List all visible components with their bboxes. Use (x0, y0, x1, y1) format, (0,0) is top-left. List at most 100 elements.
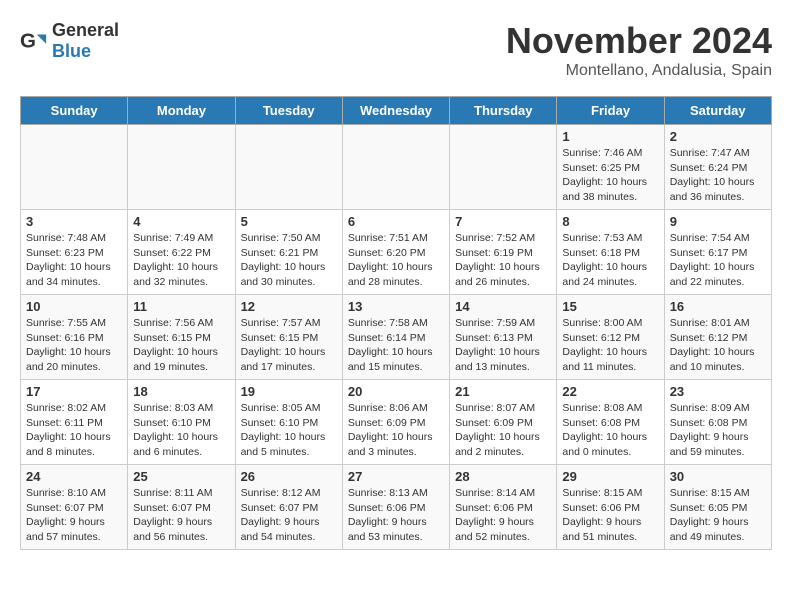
day-number: 15 (562, 299, 658, 314)
day-number: 7 (455, 214, 551, 229)
day-number: 27 (348, 469, 444, 484)
day-number: 21 (455, 384, 551, 399)
calendar-cell: 15 Sunrise: 8:00 AM Sunset: 6:12 PM Dayli… (557, 295, 664, 380)
logo-icon: G (20, 27, 48, 55)
day-info: Sunrise: 8:08 AM Sunset: 6:08 PM Dayligh… (562, 401, 658, 460)
calendar-header-row: SundayMondayTuesdayWednesdayThursdayFrid… (21, 97, 772, 125)
day-info: Sunrise: 8:12 AM Sunset: 6:07 PM Dayligh… (241, 486, 337, 545)
calendar-cell: 7Sunrise: 7:52 AM Sunset: 6:19 PM Daylig… (450, 210, 557, 295)
calendar-cell: 28Sunrise: 8:14 AM Sunset: 6:06 PM Dayli… (450, 465, 557, 550)
calendar-cell: 4 Sunrise: 7:49 AM Sunset: 6:22 PM Daylig… (128, 210, 235, 295)
calendar-cell: 8 Sunrise: 7:53 AM Sunset: 6:18 PM Daylig… (557, 210, 664, 295)
month-title: November 2024 (506, 20, 772, 62)
day-info: Sunrise: 8:11 AM Sunset: 6:07 PM Dayligh… (133, 486, 229, 545)
calendar-cell: 14 Sunrise: 7:59 AM Sunset: 6:13 PM Dayli… (450, 295, 557, 380)
day-info: Sunrise: 7:46 AM Sunset: 6:25 PM Dayligh… (562, 146, 658, 205)
calendar-cell: 10Sunrise: 7:55 AM Sunset: 6:16 PM Dayli… (21, 295, 128, 380)
calendar-cell: 26 Sunrise: 8:12 AM Sunset: 6:07 PM Dayli… (235, 465, 342, 550)
calendar-cell: 1 Sunrise: 7:46 AM Sunset: 6:25 PM Daylig… (557, 125, 664, 210)
calendar-cell: 6 Sunrise: 7:51 AM Sunset: 6:20 PM Daylig… (342, 210, 449, 295)
day-number: 1 (562, 129, 658, 144)
day-info: Sunrise: 8:03 AM Sunset: 6:10 PM Dayligh… (133, 401, 229, 460)
day-number: 17 (26, 384, 122, 399)
day-info: Sunrise: 7:57 AM Sunset: 6:15 PM Dayligh… (241, 316, 337, 375)
calendar-week-1: 1 Sunrise: 7:46 AM Sunset: 6:25 PM Daylig… (21, 125, 772, 210)
logo: G General Blue (20, 20, 119, 62)
day-info: Sunrise: 7:50 AM Sunset: 6:21 PM Dayligh… (241, 231, 337, 290)
day-number: 30 (670, 469, 766, 484)
calendar-cell: 23 Sunrise: 8:09 AM Sunset: 6:08 PM Dayli… (664, 380, 771, 465)
day-header-thursday: Thursday (450, 97, 557, 125)
calendar-cell (342, 125, 449, 210)
calendar-cell: 25Sunrise: 8:11 AM Sunset: 6:07 PM Dayli… (128, 465, 235, 550)
day-number: 14 (455, 299, 551, 314)
calendar-cell: 27Sunrise: 8:13 AM Sunset: 6:06 PM Dayli… (342, 465, 449, 550)
day-info: Sunrise: 7:53 AM Sunset: 6:18 PM Dayligh… (562, 231, 658, 290)
day-number: 20 (348, 384, 444, 399)
day-number: 23 (670, 384, 766, 399)
day-number: 4 (133, 214, 229, 229)
day-info: Sunrise: 8:02 AM Sunset: 6:11 PM Dayligh… (26, 401, 122, 460)
day-number: 22 (562, 384, 658, 399)
calendar-cell: 13Sunrise: 7:58 AM Sunset: 6:14 PM Dayli… (342, 295, 449, 380)
day-number: 18 (133, 384, 229, 399)
day-info: Sunrise: 7:54 AM Sunset: 6:17 PM Dayligh… (670, 231, 766, 290)
day-number: 3 (26, 214, 122, 229)
calendar-cell: 5 Sunrise: 7:50 AM Sunset: 6:21 PM Daylig… (235, 210, 342, 295)
day-info: Sunrise: 7:59 AM Sunset: 6:13 PM Dayligh… (455, 316, 551, 375)
day-info: Sunrise: 7:47 AM Sunset: 6:24 PM Dayligh… (670, 146, 766, 205)
day-number: 8 (562, 214, 658, 229)
day-number: 29 (562, 469, 658, 484)
day-header-wednesday: Wednesday (342, 97, 449, 125)
day-number: 2 (670, 129, 766, 144)
day-info: Sunrise: 7:51 AM Sunset: 6:20 PM Dayligh… (348, 231, 444, 290)
calendar-cell: 9Sunrise: 7:54 AM Sunset: 6:17 PM Daylig… (664, 210, 771, 295)
day-header-tuesday: Tuesday (235, 97, 342, 125)
calendar-week-3: 10Sunrise: 7:55 AM Sunset: 6:16 PM Dayli… (21, 295, 772, 380)
calendar-week-2: 3 Sunrise: 7:48 AM Sunset: 6:23 PM Daylig… (21, 210, 772, 295)
calendar-cell: 30 Sunrise: 8:15 AM Sunset: 6:05 PM Dayli… (664, 465, 771, 550)
calendar-cell: 20 Sunrise: 8:06 AM Sunset: 6:09 PM Dayli… (342, 380, 449, 465)
day-header-friday: Friday (557, 97, 664, 125)
calendar-cell: 19Sunrise: 8:05 AM Sunset: 6:10 PM Dayli… (235, 380, 342, 465)
day-header-monday: Monday (128, 97, 235, 125)
day-header-saturday: Saturday (664, 97, 771, 125)
day-info: Sunrise: 7:48 AM Sunset: 6:23 PM Dayligh… (26, 231, 122, 290)
svg-text:G: G (20, 30, 36, 53)
logo-text: General Blue (52, 20, 119, 62)
calendar-cell: 18 Sunrise: 8:03 AM Sunset: 6:10 PM Dayli… (128, 380, 235, 465)
day-info: Sunrise: 8:00 AM Sunset: 6:12 PM Dayligh… (562, 316, 658, 375)
day-info: Sunrise: 7:56 AM Sunset: 6:15 PM Dayligh… (133, 316, 229, 375)
calendar-cell: 3 Sunrise: 7:48 AM Sunset: 6:23 PM Daylig… (21, 210, 128, 295)
calendar-cell: 24Sunrise: 8:10 AM Sunset: 6:07 PM Dayli… (21, 465, 128, 550)
day-info: Sunrise: 8:09 AM Sunset: 6:08 PM Dayligh… (670, 401, 766, 460)
day-number: 11 (133, 299, 229, 314)
day-number: 26 (241, 469, 337, 484)
day-number: 6 (348, 214, 444, 229)
day-info: Sunrise: 8:06 AM Sunset: 6:09 PM Dayligh… (348, 401, 444, 460)
day-info: Sunrise: 8:15 AM Sunset: 6:05 PM Dayligh… (670, 486, 766, 545)
calendar-cell: 11 Sunrise: 7:56 AM Sunset: 6:15 PM Dayli… (128, 295, 235, 380)
day-info: Sunrise: 8:01 AM Sunset: 6:12 PM Dayligh… (670, 316, 766, 375)
day-info: Sunrise: 7:49 AM Sunset: 6:22 PM Dayligh… (133, 231, 229, 290)
day-number: 10 (26, 299, 122, 314)
calendar-cell (450, 125, 557, 210)
day-number: 28 (455, 469, 551, 484)
day-number: 5 (241, 214, 337, 229)
calendar-cell: 12Sunrise: 7:57 AM Sunset: 6:15 PM Dayli… (235, 295, 342, 380)
day-number: 24 (26, 469, 122, 484)
day-info: Sunrise: 8:07 AM Sunset: 6:09 PM Dayligh… (455, 401, 551, 460)
day-info: Sunrise: 8:15 AM Sunset: 6:06 PM Dayligh… (562, 486, 658, 545)
day-info: Sunrise: 8:05 AM Sunset: 6:10 PM Dayligh… (241, 401, 337, 460)
header: G General Blue November 2024 Montellano,… (20, 20, 772, 80)
calendar-cell: 29 Sunrise: 8:15 AM Sunset: 6:06 PM Dayli… (557, 465, 664, 550)
calendar-cell: 21 Sunrise: 8:07 AM Sunset: 6:09 PM Dayli… (450, 380, 557, 465)
logo-blue: Blue (52, 41, 91, 61)
calendar-cell: 17 Sunrise: 8:02 AM Sunset: 6:11 PM Dayli… (21, 380, 128, 465)
calendar-cell: 2 Sunrise: 7:47 AM Sunset: 6:24 PM Daylig… (664, 125, 771, 210)
calendar-week-4: 17 Sunrise: 8:02 AM Sunset: 6:11 PM Dayli… (21, 380, 772, 465)
location-title: Montellano, Andalusia, Spain (506, 62, 772, 80)
day-info: Sunrise: 7:58 AM Sunset: 6:14 PM Dayligh… (348, 316, 444, 375)
calendar-cell (235, 125, 342, 210)
calendar-body: 1 Sunrise: 7:46 AM Sunset: 6:25 PM Daylig… (21, 125, 772, 550)
